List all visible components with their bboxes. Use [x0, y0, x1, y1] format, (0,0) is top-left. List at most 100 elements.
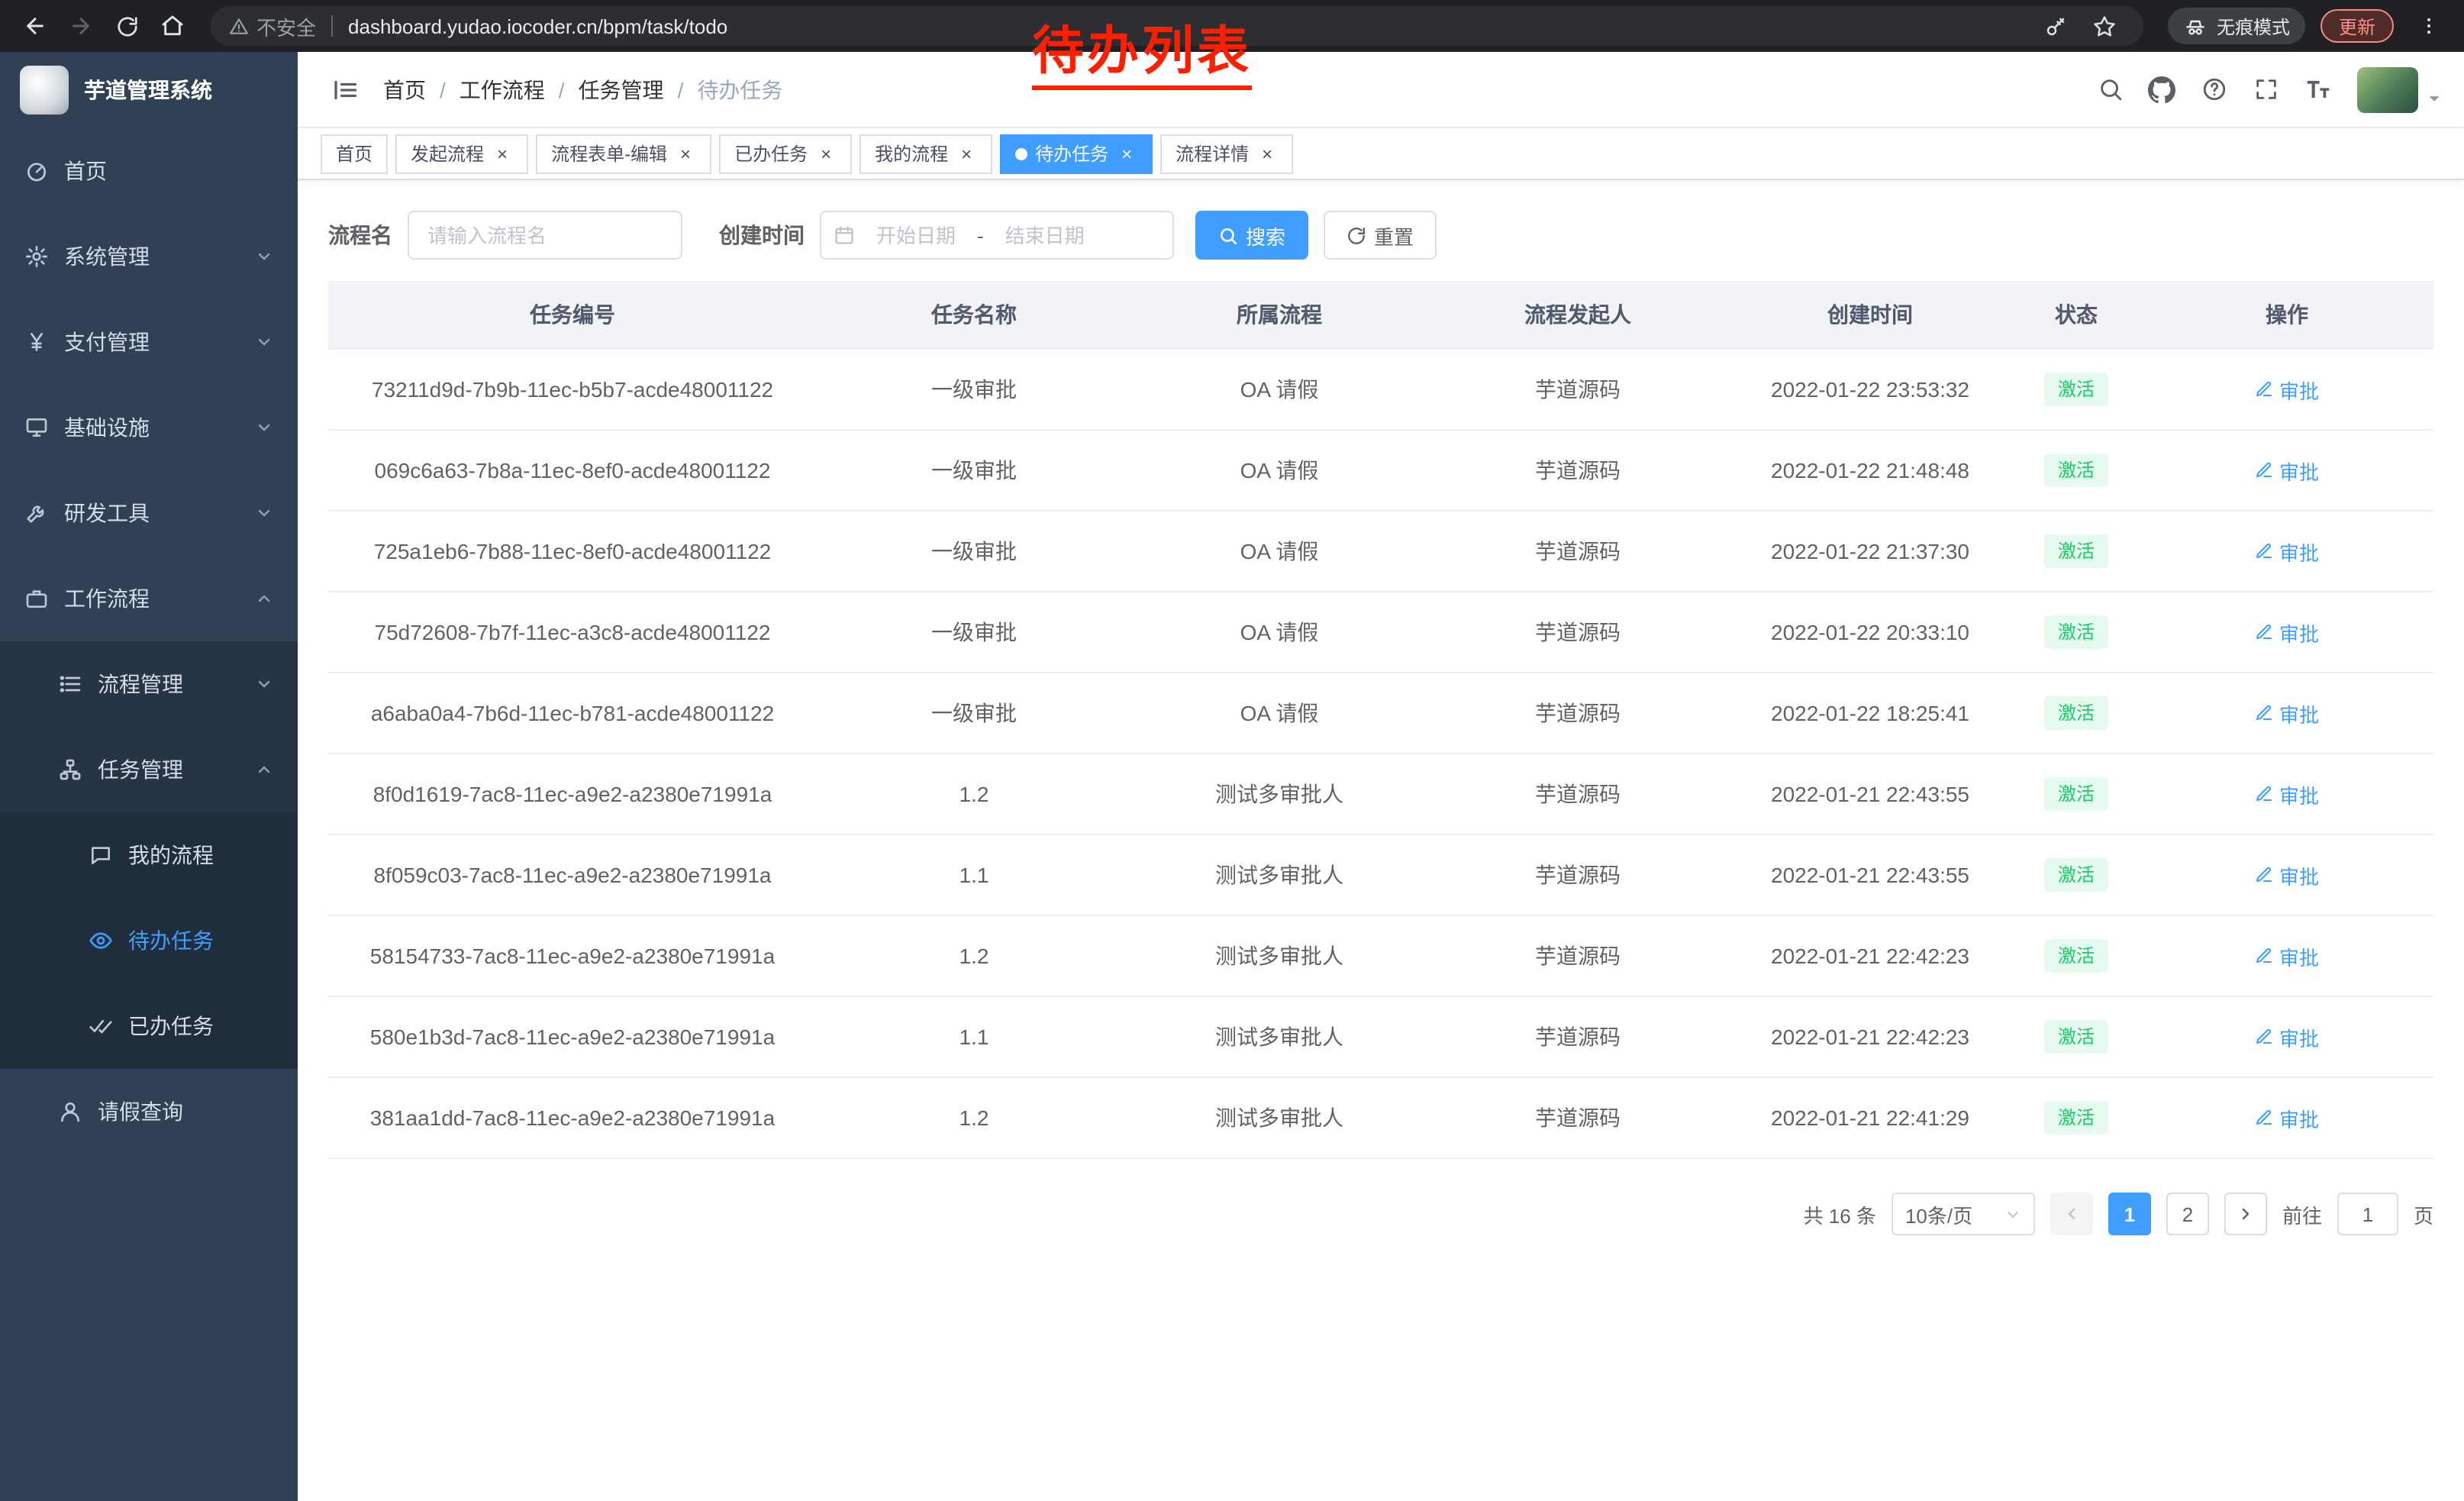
- cell-created-time: 2022-01-21 22:43:55: [1728, 834, 2012, 915]
- approve-button[interactable]: 审批: [2255, 618, 2319, 647]
- header-actions: 操作: [2140, 281, 2433, 349]
- approve-button[interactable]: 审批: [2255, 375, 2319, 404]
- sidebar-item-leave-query[interactable]: 请假查询: [0, 1069, 298, 1154]
- cell-actions: 审批: [2140, 1077, 2433, 1158]
- search-button[interactable]: 搜索: [1195, 211, 1308, 260]
- cell-task-name: 1.1: [817, 834, 1131, 915]
- browser-home-icon[interactable]: [153, 6, 192, 46]
- cell-task-name: 一级审批: [817, 430, 1131, 511]
- password-key-icon[interactable]: [2037, 6, 2076, 46]
- status-badge: 激活: [2044, 939, 2108, 973]
- monitor-icon: [24, 415, 49, 440]
- close-tab-icon[interactable]: ×: [815, 143, 837, 164]
- approve-button[interactable]: 审批: [2255, 780, 2319, 809]
- browser-forward-icon[interactable]: [61, 6, 101, 46]
- sidebar-collapse-icon[interactable]: [319, 63, 371, 115]
- goto-page-input[interactable]: [2337, 1193, 2398, 1235]
- sidebar-item-payment-management[interactable]: 支付管理: [0, 299, 298, 385]
- search-icon[interactable]: [2085, 65, 2134, 114]
- table-row: 58154733-7ac8-11ec-a9e2-a2380e71991a 1.2…: [328, 915, 2433, 996]
- cell-actions: 审批: [2140, 430, 2433, 511]
- pencil-icon: [2255, 1109, 2273, 1127]
- browser-back-icon[interactable]: [15, 6, 55, 46]
- prev-page-button[interactable]: [2050, 1193, 2093, 1235]
- range-separator: -: [977, 224, 984, 247]
- sidebar-item-infrastructure[interactable]: 基础设施: [0, 385, 298, 470]
- cell-status: 激活: [2012, 915, 2140, 996]
- avatar-caret-icon[interactable]: [2426, 90, 2443, 107]
- sidebar-item-done-tasks[interactable]: 已办任务: [0, 983, 298, 1069]
- github-icon[interactable]: [2137, 65, 2186, 114]
- approve-button[interactable]: 审批: [2255, 1022, 2319, 1051]
- cell-initiator: 芋道源码: [1427, 1077, 1728, 1158]
- close-tab-icon[interactable]: ×: [1116, 143, 1137, 164]
- cell-task-id: 58154733-7ac8-11ec-a9e2-a2380e71991a: [328, 915, 817, 996]
- sidebar-item-home[interactable]: 首页: [0, 128, 298, 214]
- cell-actions: 审批: [2140, 834, 2433, 915]
- fullscreen-icon[interactable]: [2241, 65, 2290, 114]
- cell-task-id: a6aba0a4-7b6d-11ec-b781-acde48001122: [328, 673, 817, 754]
- header-created-time: 创建时间: [1728, 281, 2012, 349]
- cell-status: 激活: [2012, 511, 2140, 592]
- font-size-icon[interactable]: [2293, 65, 2342, 114]
- browser-update-button[interactable]: 更新: [2320, 9, 2394, 43]
- close-tab-icon[interactable]: ×: [492, 143, 513, 164]
- browser-menu-icon[interactable]: [2409, 6, 2449, 46]
- sidebar-item-my-processes[interactable]: 我的流程: [0, 812, 298, 898]
- status-badge: 激活: [2044, 615, 2108, 649]
- help-icon[interactable]: [2189, 65, 2238, 114]
- approve-button[interactable]: 审批: [2255, 941, 2319, 970]
- status-badge: 激活: [2044, 1101, 2108, 1135]
- sidebar-item-system-management[interactable]: 系统管理: [0, 214, 298, 299]
- sidebar-item-todo-tasks[interactable]: 待办任务: [0, 898, 298, 983]
- cell-task-id: 8f059c03-7ac8-11ec-a9e2-a2380e71991a: [328, 834, 817, 915]
- cell-task-name: 1.2: [817, 915, 1131, 996]
- page-size-select[interactable]: 10条/页: [1892, 1193, 2035, 1235]
- close-tab-icon[interactable]: ×: [1256, 143, 1278, 164]
- eye-icon: [89, 928, 113, 953]
- pencil-icon: [2255, 704, 2273, 722]
- cell-status: 激活: [2012, 754, 2140, 834]
- close-tab-icon[interactable]: ×: [675, 143, 696, 164]
- end-date-input[interactable]: [987, 224, 1103, 247]
- breadcrumb-home[interactable]: 首页: [383, 74, 426, 105]
- breadcrumb-workflow[interactable]: 工作流程: [460, 74, 545, 105]
- bookmark-star-icon[interactable]: [2085, 6, 2125, 46]
- browser-reload-icon[interactable]: [107, 6, 147, 46]
- sidebar-item-workflow[interactable]: 工作流程: [0, 556, 298, 641]
- breadcrumb-task-management[interactable]: 任务管理: [579, 74, 664, 105]
- tab-done-tasks[interactable]: 已办任务 ×: [719, 134, 852, 173]
- close-tab-icon[interactable]: ×: [956, 143, 977, 164]
- sidebar-item-dev-tools[interactable]: 研发工具: [0, 470, 298, 556]
- not-secure-warning[interactable]: 不安全: [229, 11, 316, 40]
- approve-button[interactable]: 审批: [2255, 1103, 2319, 1132]
- page-button-2[interactable]: 2: [2166, 1193, 2209, 1235]
- approve-button[interactable]: 审批: [2255, 860, 2319, 889]
- user-avatar[interactable]: [2357, 66, 2418, 112]
- briefcase-icon: [24, 586, 49, 611]
- process-name-input[interactable]: [408, 211, 682, 260]
- start-date-input[interactable]: [858, 224, 974, 247]
- tab-start-process[interactable]: 发起流程 ×: [395, 134, 528, 173]
- approve-button[interactable]: 审批: [2255, 456, 2319, 485]
- cell-process: 测试多审批人: [1131, 754, 1427, 834]
- page-button-1[interactable]: 1: [2108, 1193, 2151, 1235]
- cell-initiator: 芋道源码: [1427, 754, 1728, 834]
- sidebar-item-task-management[interactable]: 任务管理: [0, 727, 298, 812]
- create-time-range-picker[interactable]: -: [820, 211, 1174, 260]
- tab-process-form-edit[interactable]: 流程表单-编辑 ×: [536, 134, 711, 173]
- reset-button[interactable]: 重置: [1324, 211, 1437, 260]
- incognito-badge: 无痕模式: [2168, 8, 2305, 44]
- cell-initiator: 芋道源码: [1427, 673, 1728, 754]
- next-page-button[interactable]: [2224, 1193, 2267, 1235]
- tab-process-detail[interactable]: 流程详情 ×: [1160, 134, 1293, 173]
- approve-button[interactable]: 审批: [2255, 537, 2319, 566]
- sidebar-item-process-management[interactable]: 流程管理: [0, 641, 298, 727]
- tab-my-processes[interactable]: 我的流程 ×: [859, 134, 992, 173]
- tab-home[interactable]: 首页: [321, 134, 388, 173]
- tab-todo-tasks[interactable]: 待办任务 ×: [1000, 134, 1153, 173]
- yen-icon: [24, 330, 49, 354]
- cell-initiator: 芋道源码: [1427, 592, 1728, 673]
- approve-button[interactable]: 审批: [2255, 699, 2319, 728]
- status-badge: 激活: [2044, 696, 2108, 730]
